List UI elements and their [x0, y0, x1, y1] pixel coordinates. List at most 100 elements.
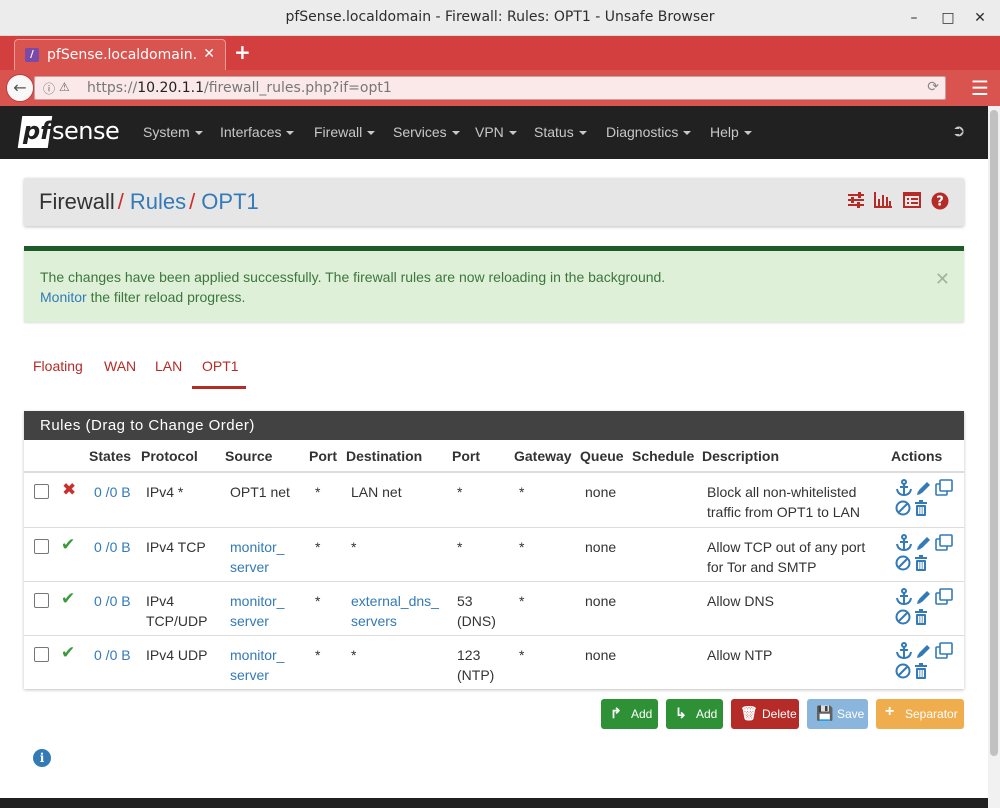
copy-icon[interactable]: [934, 642, 954, 662]
row-checkbox[interactable]: [34, 484, 49, 499]
anchor-icon[interactable]: [894, 479, 914, 499]
source-cell[interactable]: monitor_ server: [230, 537, 284, 577]
info-icon[interactable]: i: [33, 749, 51, 767]
browser-tab[interactable]: / pfSense.localdomain... ✕: [14, 39, 226, 70]
table-row[interactable]: ✖ 0 /0 B IPv4 * OPT1 net * LAN net * * none Block…: [24, 473, 964, 527]
nav-system[interactable]: System: [143, 124, 203, 140]
breadcrumb-rules-link[interactable]: Rules: [130, 189, 186, 214]
pencil-edit-icon[interactable]: [914, 534, 934, 554]
scrollbar-thumb[interactable]: [990, 110, 998, 756]
block-x-icon[interactable]: ✖: [62, 480, 76, 500]
col-header-destination[interactable]: Destination: [346, 448, 422, 464]
row-checkbox[interactable]: [34, 647, 49, 662]
destination-cell[interactable]: external_dns_ servers: [351, 591, 439, 631]
source-cell[interactable]: monitor_ server: [230, 591, 284, 631]
copy-icon[interactable]: [934, 479, 954, 499]
nav-status[interactable]: Status: [534, 124, 587, 140]
table-row[interactable]: ✔ 0 /0 B IPv4 TCP/UDP monitor_ server * externa…: [24, 581, 964, 635]
nav-help[interactable]: Help: [710, 124, 752, 140]
table-list-icon[interactable]: [902, 192, 922, 212]
copy-icon[interactable]: [934, 534, 954, 554]
trash-icon[interactable]: [911, 609, 931, 629]
tab-wan[interactable]: WAN: [104, 358, 136, 374]
alert-close-icon[interactable]: ✕: [935, 269, 950, 290]
anchor-icon[interactable]: [894, 642, 914, 662]
table-row[interactable]: ✔ 0 /0 B IPv4 UDP monitor_ server * * 123 (NTP) *…: [24, 635, 964, 689]
delete-button[interactable]: 🗑 Delete: [731, 699, 799, 729]
row-checkbox[interactable]: [34, 539, 49, 554]
help-question-icon[interactable]: ?: [930, 192, 950, 212]
reload-icon[interactable]: ⟳: [927, 79, 939, 95]
gateway-cell: *: [519, 593, 525, 609]
tab-close-icon[interactable]: ✕: [203, 46, 215, 62]
save-button[interactable]: 💾 Save: [807, 699, 868, 729]
nav-services[interactable]: Services: [393, 124, 460, 140]
pencil-edit-icon[interactable]: [914, 588, 934, 608]
pass-check-icon[interactable]: ✔: [61, 643, 75, 663]
pass-check-icon[interactable]: ✔: [61, 589, 75, 609]
page-scrollbar[interactable]: [988, 106, 1000, 808]
nav-diagnostics[interactable]: Diagnostics: [606, 124, 692, 140]
trash-icon[interactable]: [911, 555, 931, 575]
tab-floating[interactable]: Floating: [33, 358, 83, 374]
logout-icon[interactable]: ➲: [952, 121, 965, 140]
col-header-source[interactable]: Source: [225, 448, 272, 464]
protocol-cell: IPv4 TCP: [146, 537, 206, 557]
disable-ban-icon[interactable]: [893, 555, 913, 575]
trash-icon[interactable]: [911, 663, 931, 683]
nav-firewall[interactable]: Firewall: [314, 124, 376, 140]
states-link[interactable]: 0 /0 B: [94, 537, 131, 557]
col-header-states[interactable]: States: [89, 448, 131, 464]
states-link[interactable]: 0 /0 B: [94, 482, 131, 502]
tab-opt1[interactable]: OPT1: [202, 358, 239, 374]
sliders-icon[interactable]: [846, 192, 866, 212]
hamburger-menu-icon[interactable]: ☰: [968, 76, 992, 100]
description-line: traffic from OPT1 to LAN: [707, 504, 861, 520]
col-header-gateway[interactable]: Gateway: [514, 448, 572, 464]
url-bar[interactable]: ⓘ ⚠ https://10.20.1.1/firewall_rules.php…: [34, 76, 946, 100]
separator-button[interactable]: + Separator: [876, 699, 964, 729]
pass-check-icon[interactable]: ✔: [61, 535, 75, 555]
tab-lan[interactable]: LAN: [155, 358, 182, 374]
rules-panel-title: Rules (Drag to Change Order): [40, 417, 255, 434]
states-link[interactable]: 0 /0 B: [94, 591, 131, 611]
states-link[interactable]: 0 /0 B: [94, 645, 131, 665]
monitor-link[interactable]: Monitor: [40, 289, 87, 305]
col-header-dest-port[interactable]: Port: [452, 448, 480, 464]
bar-chart-icon[interactable]: [873, 192, 893, 212]
svg-text:?: ?: [936, 195, 944, 210]
disable-ban-icon[interactable]: [893, 500, 913, 520]
nav-interfaces[interactable]: Interfaces: [220, 124, 295, 140]
trash-icon[interactable]: [911, 500, 931, 520]
col-header-schedule[interactable]: Schedule: [632, 448, 694, 464]
col-header-protocol[interactable]: Protocol: [141, 448, 198, 464]
nav-vpn[interactable]: VPN: [475, 124, 517, 140]
table-row[interactable]: ✔ 0 /0 B IPv4 TCP monitor_ server * * * * none All…: [24, 527, 964, 581]
col-header-queue[interactable]: Queue: [580, 448, 624, 464]
lock-warning-icon[interactable]: ⚠: [59, 80, 70, 94]
dest-port-line: 53: [457, 593, 473, 609]
breadcrumb-panel: Firewall / Rules / OPT1 ?: [24, 178, 964, 226]
info-circle-icon[interactable]: ⓘ: [43, 80, 55, 97]
disable-ban-icon[interactable]: [893, 663, 913, 683]
row-checkbox[interactable]: [34, 593, 49, 608]
copy-icon[interactable]: [934, 588, 954, 608]
anchor-icon[interactable]: [894, 588, 914, 608]
floppy-save-icon: 💾: [816, 705, 834, 721]
new-tab-icon[interactable]: +: [234, 40, 251, 64]
caret-down-icon: [286, 131, 295, 136]
close-window-icon[interactable]: ✕: [970, 8, 990, 28]
breadcrumb-opt1-link[interactable]: OPT1: [201, 189, 258, 214]
add-rule-top-button[interactable]: ↱ Add: [601, 699, 658, 729]
pencil-edit-icon[interactable]: [914, 642, 934, 662]
pencil-edit-icon[interactable]: [914, 479, 934, 499]
add-rule-bottom-button[interactable]: ↳ Add: [666, 699, 723, 729]
minimize-icon[interactable]: –: [904, 8, 924, 28]
col-header-description[interactable]: Description: [702, 448, 779, 464]
disable-ban-icon[interactable]: [893, 609, 913, 629]
source-cell[interactable]: monitor_ server: [230, 645, 284, 685]
maximize-icon[interactable]: □: [938, 8, 958, 28]
col-header-src-port[interactable]: Port: [309, 448, 337, 464]
anchor-icon[interactable]: [894, 534, 914, 554]
back-arrow-icon[interactable]: ←: [6, 74, 34, 102]
